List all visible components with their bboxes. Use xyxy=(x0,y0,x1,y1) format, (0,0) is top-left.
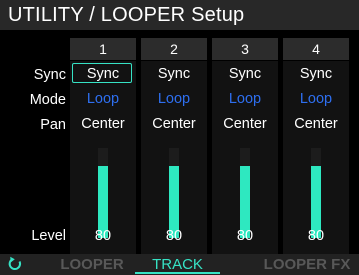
level-meter[interactable] xyxy=(240,148,250,238)
level-meter[interactable] xyxy=(169,148,179,238)
track-column-2[interactable]: 2 Sync Loop Center 80 xyxy=(141,38,207,254)
row-label-level: Level xyxy=(31,228,66,244)
track-number: 2 xyxy=(141,38,207,60)
mode-value[interactable]: Loop xyxy=(283,90,349,108)
track-column-1[interactable]: 1 Sync Loop Center 80 xyxy=(70,38,136,254)
row-label-pan: Pan xyxy=(40,117,66,133)
pan-value[interactable]: Center xyxy=(141,115,207,133)
pan-value[interactable]: Center xyxy=(70,115,136,133)
title-bar: UTILITY / LOOPER Setup xyxy=(0,0,359,30)
level-value[interactable]: 80 xyxy=(70,227,136,245)
pan-value[interactable]: Center xyxy=(283,115,349,133)
page-title: UTILITY / LOOPER Setup xyxy=(8,4,245,26)
active-tab-indicator xyxy=(135,272,220,274)
mode-value[interactable]: Loop xyxy=(70,90,136,108)
mode-value[interactable]: Loop xyxy=(212,90,278,108)
track-column-4[interactable]: 4 Sync Loop Center 80 xyxy=(283,38,349,254)
loop-arrow-icon[interactable] xyxy=(6,255,24,273)
sync-value[interactable]: Sync xyxy=(70,65,136,83)
level-value[interactable]: 80 xyxy=(212,227,278,245)
level-value[interactable]: 80 xyxy=(283,227,349,245)
track-number: 3 xyxy=(212,38,278,60)
tab-looper-fx[interactable]: LOOPER FX xyxy=(255,254,359,275)
pan-value[interactable]: Center xyxy=(212,115,278,133)
level-meter[interactable] xyxy=(98,148,108,238)
row-label-sync: Sync xyxy=(33,67,66,83)
sync-value[interactable]: Sync xyxy=(212,65,278,83)
tab-looper[interactable]: LOOPER xyxy=(52,254,132,275)
level-value[interactable]: 80 xyxy=(141,227,207,245)
track-column-3[interactable]: 3 Sync Loop Center 80 xyxy=(212,38,278,254)
mode-value[interactable]: Loop xyxy=(141,90,207,108)
level-meter[interactable] xyxy=(311,148,321,238)
sync-value[interactable]: Sync xyxy=(141,65,207,83)
row-label-mode: Mode xyxy=(29,92,66,108)
track-number: 1 xyxy=(70,38,136,60)
track-number: 4 xyxy=(283,38,349,60)
sync-value[interactable]: Sync xyxy=(283,65,349,83)
